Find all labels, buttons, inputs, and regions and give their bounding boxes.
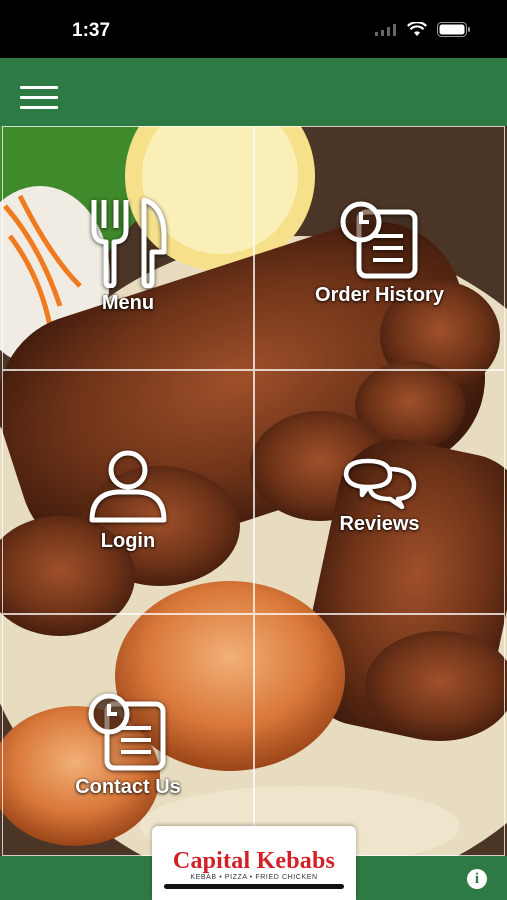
- chat-bubbles-icon: [343, 458, 416, 509]
- contact-icon: [88, 693, 166, 770]
- tile-label-login: Login: [100, 529, 156, 552]
- battery-icon: [437, 22, 470, 37]
- tile-label-menu: Menu: [101, 291, 155, 314]
- tile-label-reviews: Reviews: [339, 512, 420, 535]
- hamburger-icon[interactable]: [20, 86, 58, 110]
- tile-grid: Menu Order History Login Reviews Contact…: [0, 126, 507, 856]
- tile-empty: [254, 614, 505, 856]
- tile-label-order-history: Order History: [315, 283, 444, 306]
- logo-subtitle: KEBAB • PIZZA • FRIED CHICKEN: [190, 874, 318, 881]
- home-indicator[interactable]: [164, 884, 344, 889]
- tile-contact-us[interactable]: Contact Us: [2, 614, 254, 856]
- tile-reviews[interactable]: Reviews: [254, 370, 505, 614]
- status-icons: [375, 22, 471, 37]
- nav-bar: [0, 58, 507, 126]
- user-icon: [89, 450, 167, 522]
- status-bar: 1:37: [0, 0, 507, 58]
- tile-login[interactable]: Login: [2, 370, 254, 614]
- tile-label-contact-us: Contact Us: [75, 775, 181, 798]
- logo-title: Capital Kebabs: [172, 848, 336, 874]
- tile-menu[interactable]: Menu: [2, 126, 254, 370]
- wifi-icon: [407, 22, 427, 36]
- fork-knife-icon: [91, 197, 167, 288]
- tile-order-history[interactable]: Order History: [254, 126, 505, 370]
- info-icon[interactable]: i: [467, 869, 487, 889]
- order-history-icon: [340, 201, 417, 278]
- status-time: 1:37: [72, 20, 111, 41]
- signal-icon: [375, 23, 396, 36]
